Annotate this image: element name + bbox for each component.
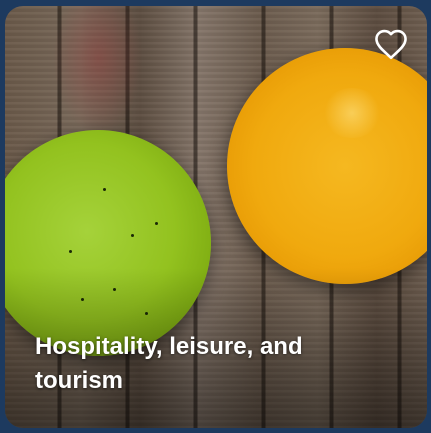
table-stain bbox=[53, 6, 143, 136]
orange-juice-jar bbox=[227, 48, 427, 284]
seed bbox=[131, 234, 134, 237]
card-frame: Hospitality, leisure, and tourism bbox=[0, 0, 431, 433]
category-card[interactable]: Hospitality, leisure, and tourism bbox=[5, 6, 427, 428]
card-title: Hospitality, leisure, and tourism bbox=[35, 333, 303, 394]
favorite-button[interactable] bbox=[371, 26, 411, 62]
seed bbox=[69, 250, 72, 253]
seed bbox=[103, 188, 106, 191]
heart-outline-icon bbox=[375, 29, 407, 60]
seed bbox=[155, 222, 158, 225]
